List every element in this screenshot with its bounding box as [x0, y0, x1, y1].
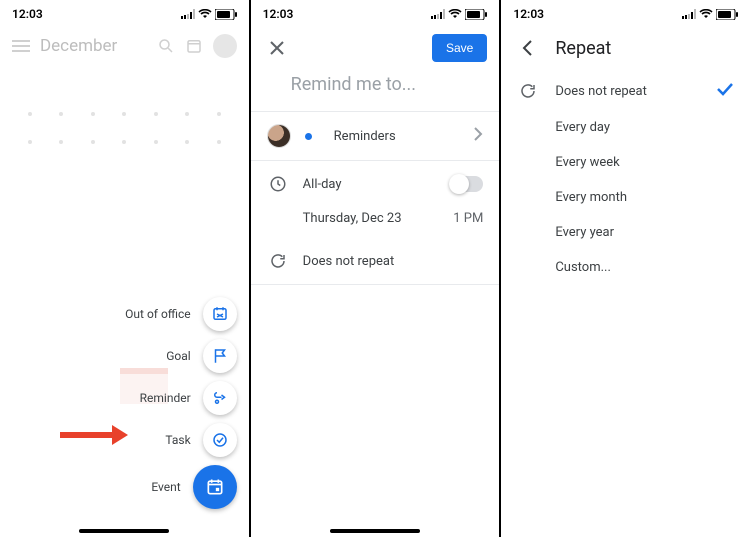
screen-new-reminder: 12:03 Save Remind me to... Reminders	[251, 0, 502, 537]
wifi-icon	[448, 9, 462, 19]
status-time: 12:03	[12, 7, 43, 21]
check-icon	[716, 82, 734, 100]
clock-icon	[267, 173, 289, 195]
repeat-option-custom[interactable]: Custom...	[501, 250, 750, 285]
time-label: 1 PM	[453, 211, 483, 226]
page-title: Repeat	[555, 38, 611, 59]
close-icon	[269, 40, 285, 56]
screen-calendar-fab: 12:03 December	[0, 0, 251, 537]
fab-menu: Out of office Goal Reminder Task Event	[125, 297, 237, 509]
option-label: Does not repeat	[555, 84, 700, 99]
search-icon	[157, 37, 175, 55]
option-label: Every day	[555, 120, 734, 135]
option-label: Every week	[555, 155, 734, 170]
month-label: December	[40, 36, 147, 56]
signal-icon	[181, 9, 195, 19]
screen-repeat-options: 12:03 Repeat Does not repeat Every	[501, 0, 750, 537]
repeat-row[interactable]: Does not repeat	[251, 238, 500, 284]
repeat-option-day[interactable]: Every day	[501, 110, 750, 145]
calendar-name: Reminders	[334, 129, 460, 144]
fab-label: Goal	[166, 349, 190, 363]
calendar-selector-row[interactable]: Reminders	[251, 112, 500, 160]
reminder-icon	[203, 381, 237, 415]
repeat-icon	[267, 250, 289, 272]
fab-label: Task	[165, 433, 190, 447]
status-icons	[181, 9, 237, 20]
status-icons	[682, 9, 738, 20]
allday-row: All-day	[251, 161, 500, 207]
status-bar: 12:03	[501, 0, 750, 28]
fab-label: Event	[151, 480, 180, 494]
account-avatar	[267, 124, 291, 148]
account-avatar	[213, 34, 237, 58]
repeat-option-year[interactable]: Every year	[501, 215, 750, 250]
repeat-option-week[interactable]: Every week	[501, 145, 750, 180]
home-indicator	[79, 529, 169, 533]
repeat-option-none[interactable]: Does not repeat	[501, 72, 750, 110]
repeat-label: Does not repeat	[303, 254, 484, 269]
task-icon	[203, 423, 237, 457]
signal-icon	[431, 9, 445, 19]
status-icons	[431, 9, 487, 20]
today-icon	[185, 37, 203, 55]
battery-icon	[465, 9, 487, 20]
fab-label: Reminder	[140, 391, 191, 405]
pointer-arrow-icon	[58, 425, 128, 445]
calendar-header: December	[0, 28, 249, 64]
menu-icon	[12, 45, 30, 47]
status-time: 12:03	[513, 7, 544, 21]
datetime-row[interactable]: Thursday, Dec 23 1 PM	[251, 207, 500, 238]
allday-label: All-day	[303, 177, 436, 192]
fab-label: Out of office	[125, 307, 191, 321]
battery-icon	[215, 9, 237, 20]
editor-toolbar: Save	[251, 28, 500, 66]
option-label: Every year	[555, 225, 734, 240]
save-button[interactable]: Save	[432, 34, 487, 62]
chevron-right-icon	[473, 127, 483, 145]
reminder-title-input[interactable]: Remind me to...	[251, 66, 500, 111]
wifi-icon	[699, 9, 713, 19]
allday-toggle[interactable]	[449, 176, 483, 192]
calendar-color-dot	[305, 133, 312, 140]
fab-reminder[interactable]: Reminder	[140, 381, 237, 415]
home-indicator	[330, 529, 420, 533]
close-button[interactable]	[263, 34, 291, 62]
repeat-icon	[517, 82, 539, 100]
fab-goal[interactable]: Goal	[166, 339, 236, 373]
option-label: Custom...	[555, 260, 734, 275]
chevron-left-icon	[521, 40, 533, 56]
battery-icon	[716, 9, 738, 20]
repeat-header: Repeat	[501, 28, 750, 72]
out-of-office-icon	[203, 297, 237, 331]
goal-icon	[203, 339, 237, 373]
wifi-icon	[198, 9, 212, 19]
fab-task[interactable]: Task	[165, 423, 236, 457]
fab-out-of-office[interactable]: Out of office	[125, 297, 237, 331]
status-time: 12:03	[263, 7, 294, 21]
status-bar: 12:03	[0, 0, 249, 28]
signal-icon	[682, 9, 696, 19]
date-label: Thursday, Dec 23	[303, 211, 440, 226]
status-bar: 12:03	[251, 0, 500, 28]
option-label: Every month	[555, 190, 734, 205]
event-icon	[193, 465, 237, 509]
repeat-option-month[interactable]: Every month	[501, 180, 750, 215]
back-button[interactable]	[515, 36, 539, 60]
fab-event[interactable]: Event	[151, 465, 236, 509]
